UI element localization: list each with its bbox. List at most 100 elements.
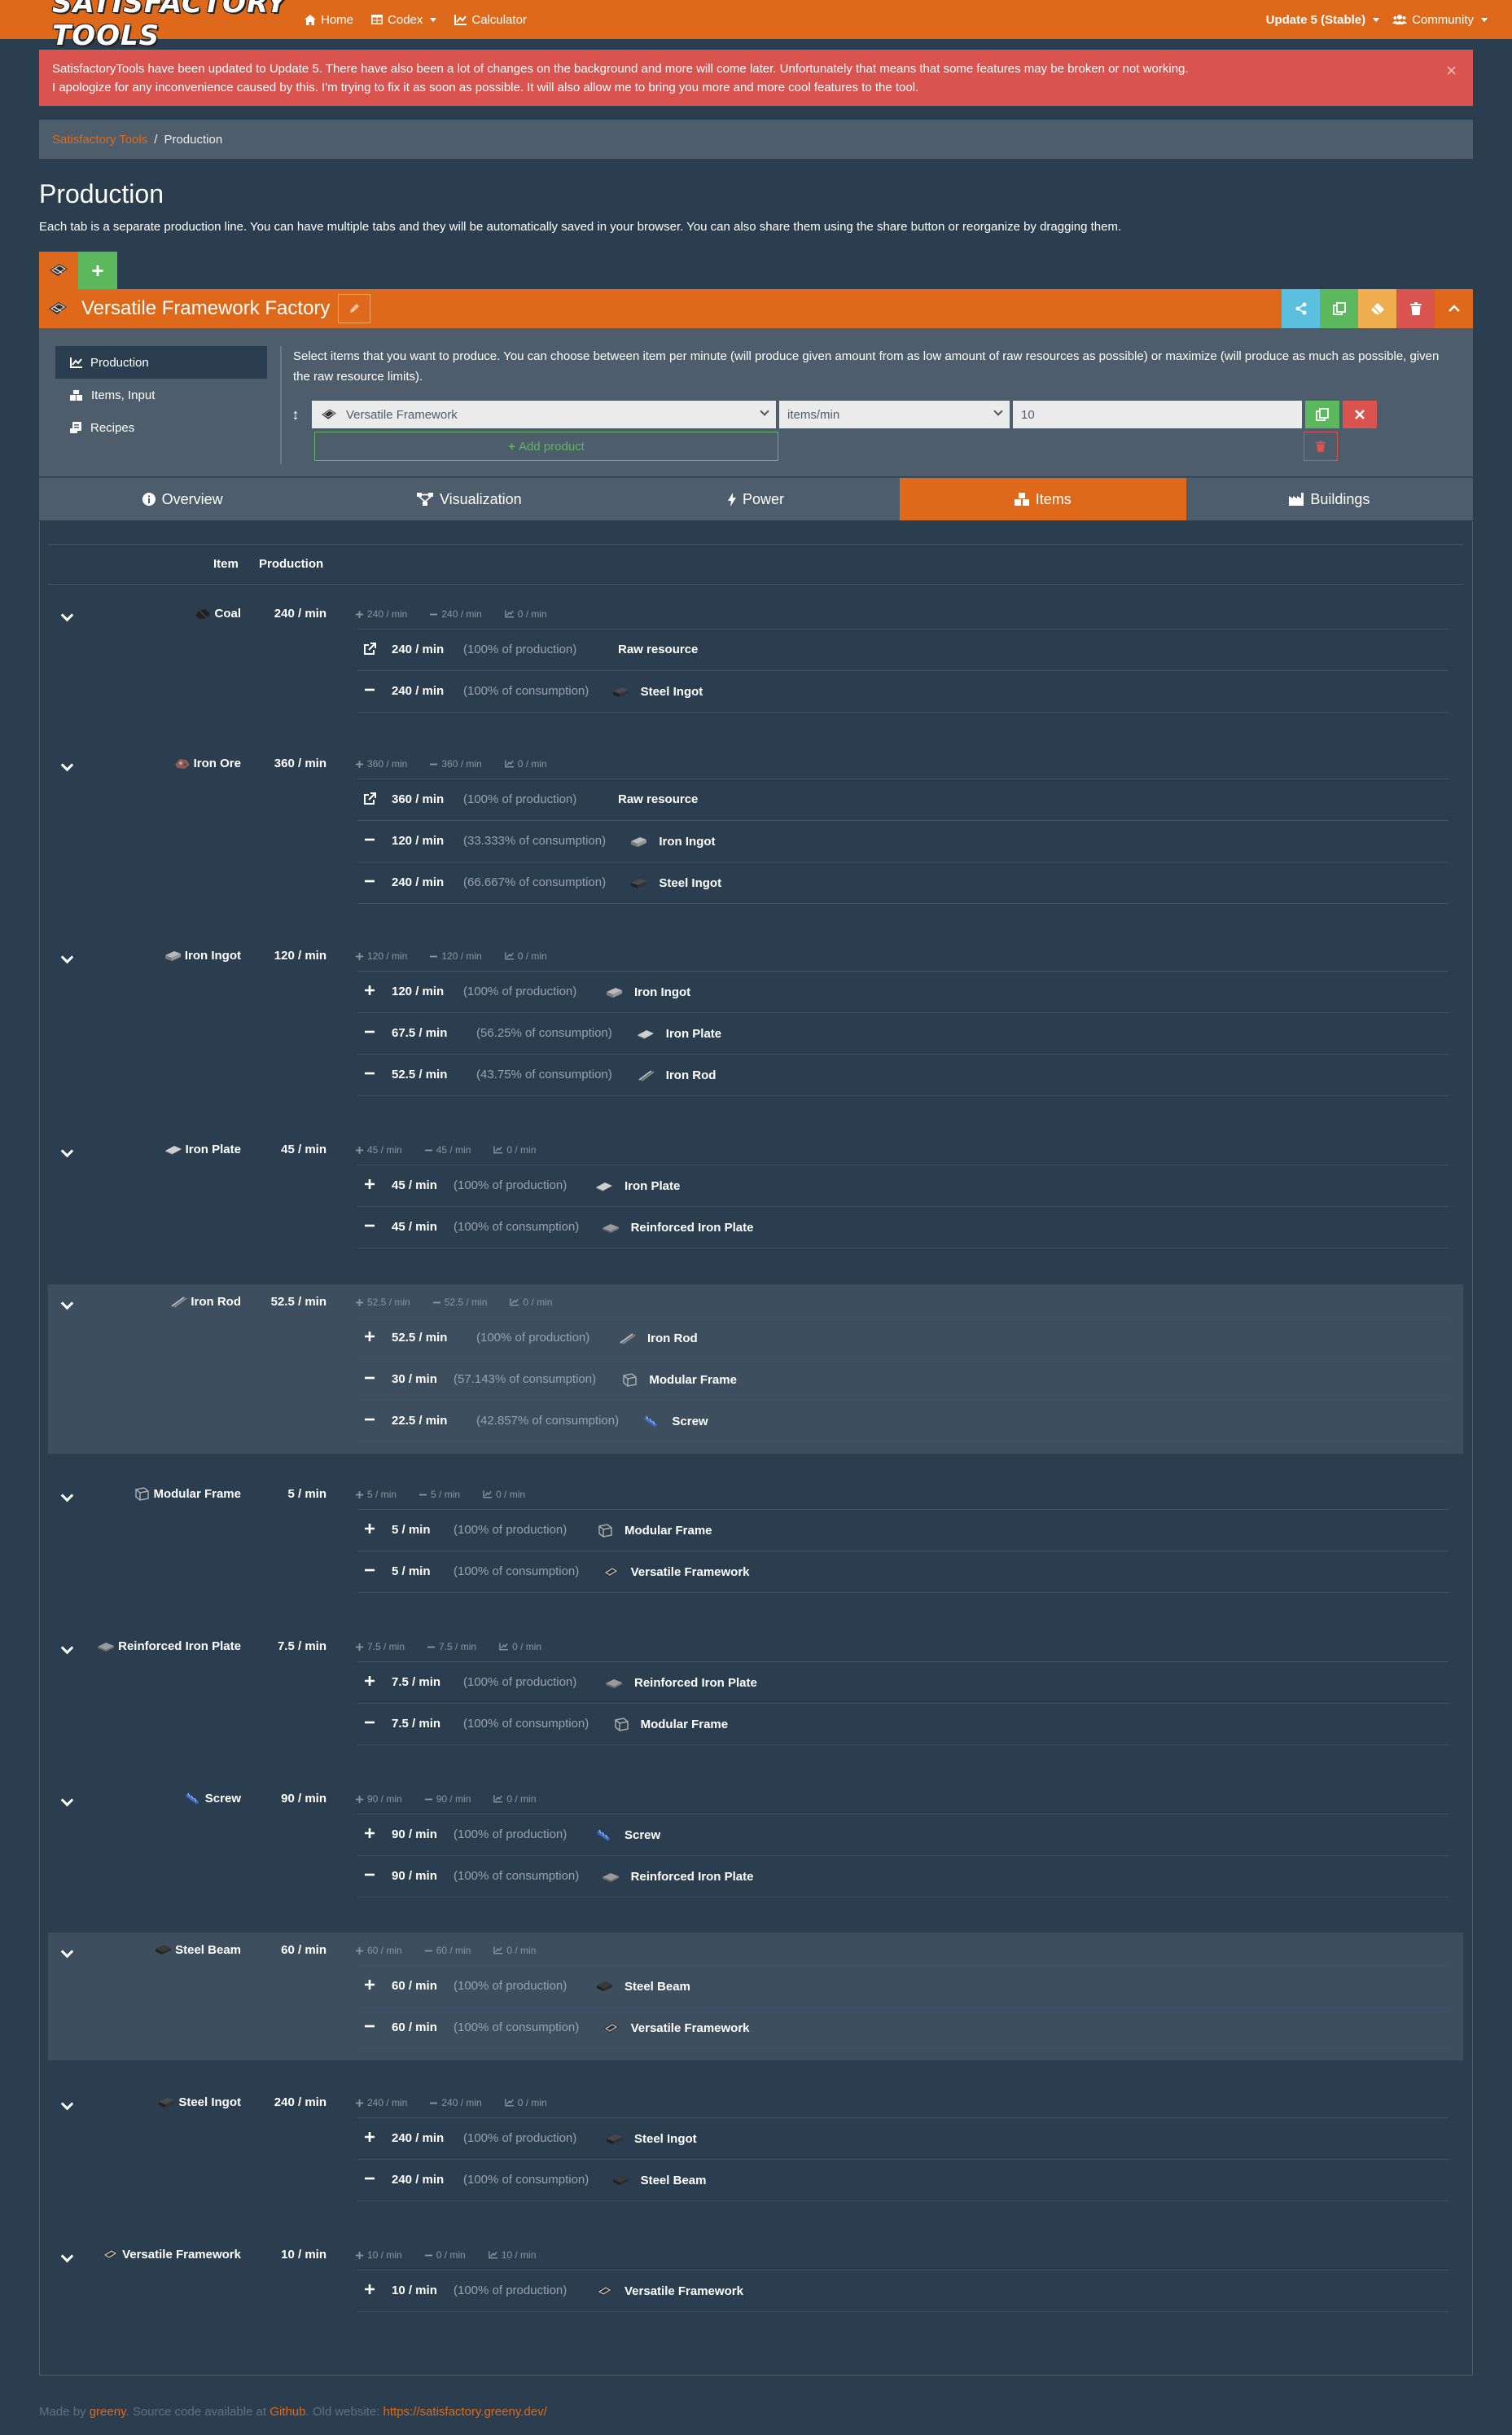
flow-target[interactable]: Steel Beam <box>611 2173 706 2187</box>
item-stat: 0 / min <box>504 950 547 962</box>
iron-ingot-icon <box>607 988 622 998</box>
clone-product-button[interactable] <box>1305 401 1339 428</box>
minus-icon <box>365 880 375 883</box>
item-stat-value: 45 / min <box>436 1144 471 1156</box>
flow-target[interactable]: Iron Ingot <box>605 985 690 999</box>
edit-title-button[interactable] <box>338 294 371 323</box>
bolt-icon <box>727 492 736 507</box>
tab-buildings[interactable]: Buildings <box>1186 478 1473 520</box>
trash-icon <box>1409 302 1422 315</box>
group-divider <box>357 2200 1448 2201</box>
menu-production[interactable]: Production <box>55 346 267 379</box>
flow-target[interactable]: Reinforced Iron Plate <box>602 1869 753 1884</box>
chevron-down-icon[interactable] <box>61 1147 72 1158</box>
chevron-down-icon[interactable] <box>61 1299 72 1310</box>
column-production: Production <box>259 557 324 571</box>
tab-visualization[interactable]: Visualization <box>326 478 612 520</box>
tab-items[interactable]: Items <box>899 478 1186 520</box>
chevron-down-icon[interactable] <box>61 1491 72 1503</box>
tab-power[interactable]: Power <box>612 478 899 520</box>
flow-target[interactable]: Versatile Framework <box>602 1564 750 1579</box>
breadcrumb-root-link[interactable]: Satisfactory Tools <box>52 133 147 147</box>
logo[interactable]: SATISFACTORY TOOLS <box>52 0 305 52</box>
menu-items-input[interactable]: Items, Input <box>55 379 267 411</box>
flow-target[interactable]: Screw <box>595 1827 660 1842</box>
flow-target[interactable]: Iron Rod <box>637 1068 716 1082</box>
add-tab-button[interactable]: + <box>78 252 117 289</box>
flow-target[interactable]: Reinforced Iron Plate <box>605 1675 757 1690</box>
clear-button[interactable] <box>1358 289 1396 328</box>
flow-amount: 5 / min <box>392 1523 431 1537</box>
flow-target[interactable]: Reinforced Iron Plate <box>602 1220 754 1235</box>
footer-github-link[interactable]: Github <box>270 2405 305 2419</box>
iron-plate-icon <box>596 1182 612 1191</box>
item-stat: 0 / min <box>510 1296 552 1308</box>
chevron-down-icon[interactable] <box>61 953 72 964</box>
version-dropdown[interactable]: Update 5 (Stable) <box>1266 13 1380 27</box>
add-product-button[interactable]: + Add product <box>314 432 778 461</box>
flow-target[interactable]: Iron Ingot <box>629 834 716 849</box>
flow-target[interactable]: Raw resource <box>618 792 698 806</box>
flow-target[interactable]: Screw <box>642 1414 708 1428</box>
delete-product-button[interactable] <box>1304 432 1338 461</box>
flow-target-label: Reinforced Iron Plate <box>630 1220 754 1235</box>
flow-target[interactable]: Modular Frame <box>611 1717 728 1731</box>
delete-tab-button[interactable] <box>1396 289 1435 328</box>
tab-versatile-framework[interactable] <box>39 252 78 289</box>
flow-percentage: (100% of consumption) <box>454 2020 580 2034</box>
chevron-down-icon[interactable] <box>61 2099 72 2111</box>
flow-amount: 10 / min <box>392 2284 437 2297</box>
product-select[interactable]: Versatile Framework <box>312 401 776 428</box>
collapse-button[interactable] <box>1435 289 1473 328</box>
iron-ingot-icon <box>631 837 647 847</box>
flow-target[interactable]: Iron Rod <box>618 1331 698 1345</box>
flow-target[interactable]: Iron Plate <box>595 1178 680 1193</box>
footer-old-website-link[interactable]: https://satisfactory.greeny.dev/ <box>383 2405 547 2419</box>
menu-recipes[interactable]: Recipes <box>55 411 267 444</box>
chart-icon <box>504 952 514 960</box>
flow-target[interactable]: Steel Ingot <box>629 875 721 890</box>
chevron-down-icon[interactable] <box>61 1643 72 1655</box>
eraser-icon <box>1370 303 1384 314</box>
item-stats: 7.5 / min 7.5 / min 0 / min <box>356 1641 541 1652</box>
drag-handle-icon[interactable]: ↕ <box>287 406 304 423</box>
flow-percentage: (100% of production) <box>476 1331 590 1345</box>
unit-select[interactable]: items/min <box>779 401 1010 428</box>
item-stat: 120 / min <box>356 950 407 962</box>
chevron-down-icon[interactable] <box>61 1947 72 1959</box>
flow-amount: 5 / min <box>392 1564 431 1578</box>
nav-home[interactable]: Home <box>305 13 353 27</box>
chevron-down-icon[interactable] <box>61 611 72 622</box>
flow-target[interactable]: Modular Frame <box>620 1372 737 1387</box>
flow-target[interactable]: Steel Ingot <box>605 2131 697 2146</box>
share-button[interactable] <box>1282 289 1320 328</box>
tab-overview[interactable]: Overview <box>39 478 326 520</box>
chevron-down-icon[interactable] <box>61 2252 72 2263</box>
flow-target[interactable]: Versatile Framework <box>602 2020 750 2035</box>
chevron-up-icon <box>1448 305 1460 312</box>
remove-product-button[interactable] <box>1343 401 1377 428</box>
close-icon[interactable]: × <box>1446 61 1457 80</box>
settings-description: Select items that you want to produce. Y… <box>293 349 1440 384</box>
footer-made-by: Made by <box>39 2405 86 2419</box>
community-dropdown[interactable]: Community <box>1392 13 1488 27</box>
amount-input[interactable]: 10 <box>1013 401 1302 428</box>
item-flow-row: 240 / min (100% of consumption) Steel Ingo… <box>357 670 1448 712</box>
flow-target[interactable]: Steel Ingot <box>611 684 703 699</box>
nav-codex[interactable]: Codex <box>371 13 437 27</box>
flow-target[interactable]: Steel Beam <box>595 1979 690 1994</box>
chevron-down-icon[interactable] <box>61 761 72 772</box>
clone-button[interactable] <box>1320 289 1358 328</box>
nav-calculator[interactable]: Calculator <box>454 13 527 27</box>
plus-icon <box>365 1828 375 1838</box>
flow-target[interactable]: Modular Frame <box>595 1523 712 1538</box>
reinforced-plate-icon <box>602 1873 619 1882</box>
flow-target[interactable]: Iron Plate <box>637 1026 721 1041</box>
settings-divider <box>280 346 282 464</box>
chevron-down-icon[interactable] <box>61 1796 72 1807</box>
flow-target[interactable]: Raw resource <box>618 643 698 656</box>
item-flow-row: 5 / min (100% of production) Modular Frame <box>357 1509 1448 1551</box>
flow-target[interactable]: Versatile Framework <box>595 2284 743 2298</box>
flow-target-label: Iron Plate <box>665 1026 722 1041</box>
footer-author-link[interactable]: greeny <box>90 2405 126 2419</box>
